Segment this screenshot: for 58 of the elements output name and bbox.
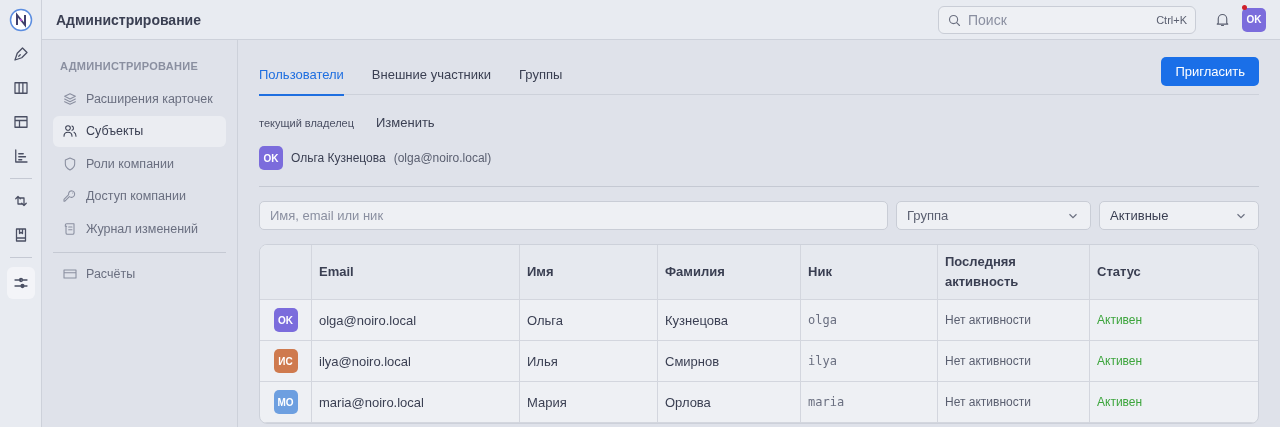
column-header: Email bbox=[312, 245, 520, 299]
tab[interactable]: Группы bbox=[519, 67, 563, 96]
status-cell-text: Активен bbox=[1096, 312, 1144, 329]
column-header: Фамилия bbox=[658, 245, 801, 299]
surname-cell: Смирнов bbox=[658, 341, 801, 381]
tab[interactable]: Внешние участники bbox=[371, 67, 491, 96]
user-avatar: OK bbox=[273, 308, 298, 332]
column-header: Имя bbox=[520, 245, 658, 299]
sidebar-item[interactable]: Расчёты bbox=[53, 258, 226, 290]
settings-icon[interactable] bbox=[6, 267, 35, 299]
activity-cell: Нет активности bbox=[938, 341, 1090, 381]
name-cell: Илья bbox=[520, 341, 658, 381]
scroll-icon bbox=[62, 220, 78, 237]
status-cell-text: Активен bbox=[1096, 353, 1144, 370]
invite-button[interactable]: Пригласить bbox=[1161, 57, 1259, 86]
sidebar-item[interactable]: Субъекты bbox=[53, 115, 226, 147]
surname-cell: Кузнецова bbox=[658, 300, 801, 340]
user-avatar[interactable]: OK bbox=[1242, 7, 1266, 32]
status-cell-text: Активен bbox=[1096, 394, 1144, 411]
group-select[interactable]: Группа bbox=[896, 201, 1091, 230]
column-header: Последняя активность bbox=[938, 245, 1090, 299]
filter-search-field[interactable]: Имя, email или ник bbox=[259, 201, 888, 230]
owner-avatar: OK bbox=[259, 146, 283, 170]
key-icon bbox=[62, 188, 78, 204]
name-cell: Мария bbox=[520, 382, 658, 422]
column-header: Статус bbox=[1096, 262, 1142, 281]
owner-name: Ольга Кузнецова bbox=[291, 151, 386, 165]
email-cell: ilya@noiro.local bbox=[312, 341, 520, 381]
sidebar-item[interactable]: Расширения карточек bbox=[53, 83, 226, 114]
users-icon bbox=[62, 123, 78, 139]
email-cell: olga@noiro.local bbox=[312, 300, 520, 340]
owner-label: текущий владелец bbox=[259, 116, 354, 129]
sidebar-item[interactable]: Журнал изменений bbox=[53, 213, 226, 244]
owner-email: (olga@noiro.local) bbox=[393, 151, 492, 165]
shortcut-hint: Ctrl+K bbox=[1156, 13, 1187, 26]
card-icon bbox=[62, 266, 78, 282]
nick-cell: ilya bbox=[801, 341, 938, 381]
shield-icon bbox=[62, 155, 78, 172]
tab[interactable]: Пользователи bbox=[259, 67, 344, 96]
sidebar-item[interactable]: Доступ компании bbox=[53, 180, 226, 212]
name-cell: Ольга bbox=[520, 300, 658, 340]
email-cell: maria@noiro.local bbox=[312, 382, 520, 422]
page-title: Администрирование bbox=[56, 11, 202, 28]
surname-cell: Орлова bbox=[658, 382, 801, 422]
nick-cell: maria bbox=[801, 382, 938, 422]
logo-icon[interactable] bbox=[7, 7, 34, 33]
user-avatar: ИС bbox=[273, 349, 298, 373]
user-avatar: МО bbox=[273, 390, 298, 414]
activity-cell: Нет активности bbox=[938, 382, 1090, 422]
nick-cell: olga bbox=[801, 300, 938, 340]
column-header: Ник bbox=[801, 245, 938, 299]
bell-icon[interactable] bbox=[1214, 11, 1231, 28]
layers-icon bbox=[62, 90, 78, 107]
change-button[interactable]: Изменить bbox=[376, 115, 435, 130]
status-select[interactable]: Активные bbox=[1099, 201, 1259, 230]
activity-cell: Нет активности bbox=[938, 300, 1090, 340]
section-heading: АДМИНИСТРИРОВАНИЕ bbox=[59, 60, 200, 72]
sidebar-item[interactable]: Роли компании bbox=[53, 148, 226, 179]
